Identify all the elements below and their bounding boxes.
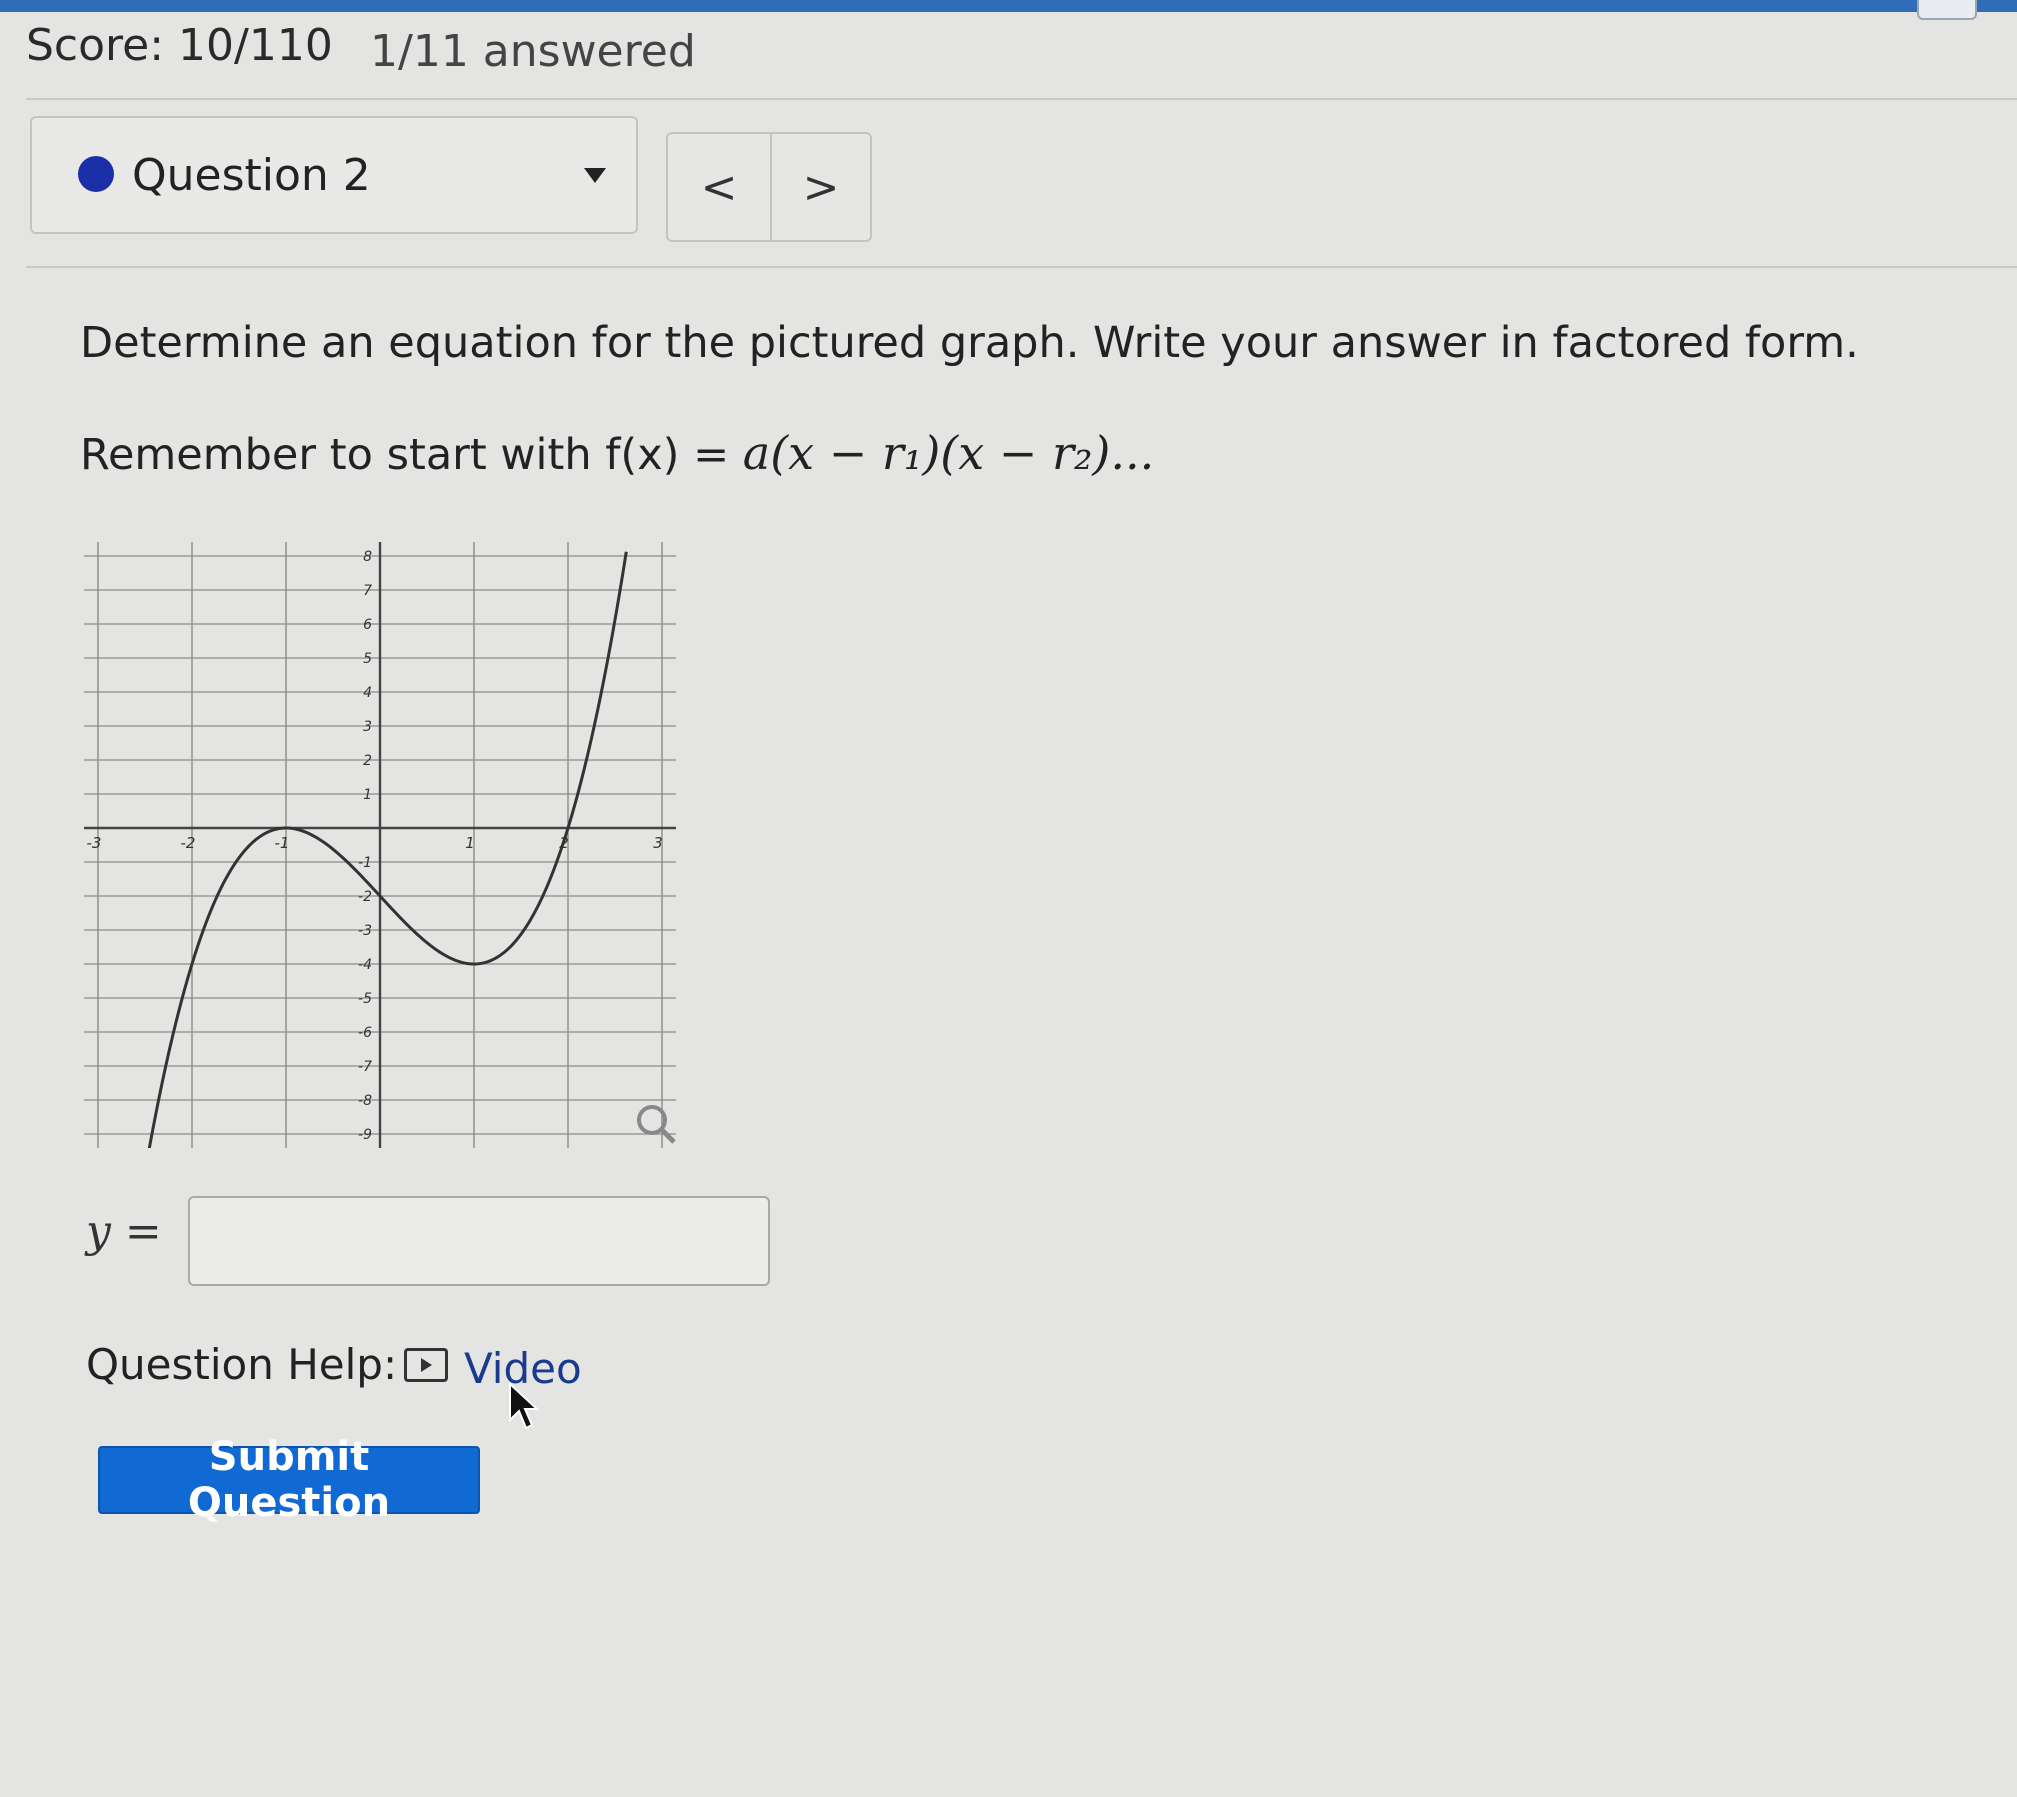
question-reminder: Remember to start with f(x) = a(x − r₁)(…: [80, 426, 1154, 480]
y-tick-label: 1: [363, 787, 372, 803]
x-tick-label: 3: [653, 834, 663, 852]
y-tick-label: -5: [358, 991, 372, 1007]
previous-question-button[interactable]: <: [668, 134, 772, 240]
chevron-right-icon: >: [802, 161, 840, 213]
y-tick-label: 2: [363, 753, 372, 769]
header-divider: [26, 98, 2017, 100]
answer-input[interactable]: [188, 1196, 770, 1286]
next-question-button[interactable]: >: [770, 134, 872, 240]
function-graph: -3 -2 -1 1 2 3 8 7 6 5 4 3 2 1 -1 -2 -3 -4 -5 -6 -7 -8 -9: [84, 542, 676, 1148]
answered-count: 1/11 answered: [370, 26, 696, 77]
y-tick-labels: 8 7 6 5 4 3 2 1 -1 -2 -3 -4 -5 -6 -7 -8 -9: [358, 549, 372, 1143]
x-tick-label: -2: [181, 834, 196, 852]
video-icon[interactable]: [404, 1348, 448, 1382]
y-tick-label: 7: [363, 583, 372, 599]
score-text: Score: 10/110: [26, 20, 333, 71]
y-tick-label: -1: [358, 855, 372, 871]
question-nav-group: < >: [666, 132, 872, 242]
submit-question-button[interactable]: Submit Question: [98, 1434, 480, 1526]
y-tick-label: 3: [363, 719, 372, 735]
question-prompt: Determine an equation for the pictured g…: [80, 318, 1859, 368]
y-tick-label: -9: [358, 1127, 372, 1143]
cubic-curve: [147, 551, 628, 1148]
question-select-label: Question 2: [132, 150, 371, 201]
question-select[interactable]: Question 2: [30, 116, 638, 234]
y-tick-label: -4: [358, 957, 372, 973]
dropdown-caret-icon: [584, 168, 606, 183]
x-tick-label: 1: [465, 834, 475, 852]
x-tick-labels: -3 -2 -1 1 2 3: [87, 834, 663, 852]
y-tick-label: -8: [358, 1093, 372, 1109]
chevron-left-icon: <: [700, 161, 738, 213]
x-tick-label: -3: [87, 834, 102, 852]
question-help-label: Question Help:: [86, 1340, 398, 1389]
top-bar: [0, 0, 2017, 12]
x-tick-label: -1: [275, 834, 290, 852]
nav-divider: [26, 266, 2017, 268]
y-tick-label: 5: [363, 651, 372, 667]
reminder-prefix: Remember to start with f(x) =: [80, 430, 743, 480]
y-tick-label: -7: [358, 1059, 372, 1075]
reminder-formula: a(x − r₁)(x − r₂)...: [742, 426, 1155, 480]
magnify-icon[interactable]: [637, 1105, 676, 1144]
y-tick-label: 6: [363, 617, 372, 633]
y-tick-label: -3: [358, 923, 372, 939]
y-tick-label: 4: [363, 685, 372, 701]
question-status-dot: [78, 156, 114, 192]
y-tick-label: -6: [358, 1025, 372, 1041]
mouse-cursor-icon: [509, 1382, 540, 1430]
answer-label: y =: [86, 1206, 162, 1257]
top-bar-tab[interactable]: [1917, 0, 1977, 20]
y-tick-label: -2: [358, 889, 372, 905]
y-tick-label: 8: [363, 549, 372, 565]
